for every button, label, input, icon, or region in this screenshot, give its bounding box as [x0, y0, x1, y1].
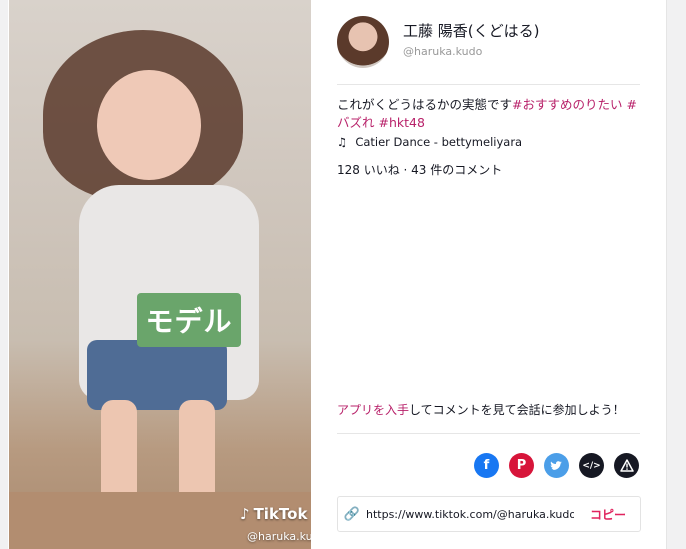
- avatar[interactable]: [337, 16, 389, 68]
- tiktok-logo-icon: ♪: [240, 505, 250, 523]
- link-icon: 🔗: [343, 506, 361, 522]
- twitter-icon[interactable]: [544, 453, 569, 478]
- get-app-prompt: アプリを入手してコメントを見て会話に参加しよう！: [337, 401, 625, 418]
- tiktok-watermark-handle: @haruka.kudo: [247, 530, 311, 543]
- engagement-stats: 128 いいね · 43 件のコメント: [337, 163, 503, 177]
- tiktok-watermark: ♪ TikTok: [240, 505, 307, 523]
- hashtag-link[interactable]: #おすすめのりたい: [512, 97, 622, 112]
- info-panel: 工藤 陽香(くどはる) @haruka.kudo これがくどうはるかの実態です#…: [322, 0, 658, 549]
- caption-text: これがくどうはるかの実態です: [337, 97, 513, 112]
- get-app-prompt-text: してコメントを見て会話に参加しよう！: [409, 403, 625, 417]
- video-player[interactable]: モデル ♪ TikTok @haruka.kudo: [9, 0, 311, 549]
- facebook-icon[interactable]: f: [474, 453, 499, 478]
- tiktok-watermark-label: TikTok: [253, 505, 308, 523]
- video-caption: これがくどうはるかの実態です#おすすめのりたい #バズれ #hkt48: [337, 96, 640, 132]
- music-label: Catier Dance - bettymeliyara: [355, 135, 523, 149]
- music-note-icon: ♫: [337, 135, 348, 149]
- username[interactable]: @haruka.kudo: [403, 45, 482, 58]
- share-link-field[interactable]: 🔗 https://www.tiktok.com/@haruka.kudo/v …: [337, 496, 641, 532]
- get-app-link[interactable]: アプリを入手: [337, 403, 409, 417]
- report-icon[interactable]: [614, 453, 639, 478]
- pinterest-icon[interactable]: P: [509, 453, 534, 478]
- copy-button[interactable]: コピー: [590, 506, 626, 523]
- music-track[interactable]: ♫ Catier Dance - bettymeliyara: [337, 135, 522, 149]
- embed-code-icon[interactable]: </>: [579, 453, 604, 478]
- divider: [337, 84, 640, 85]
- share-url[interactable]: https://www.tiktok.com/@haruka.kudo/v: [366, 508, 574, 521]
- hashtag-link[interactable]: #hkt48: [379, 115, 425, 130]
- display-name[interactable]: 工藤 陽香(くどはる): [403, 20, 539, 41]
- share-buttons: f P </>: [474, 453, 639, 478]
- video-frame-face: [97, 70, 201, 180]
- divider: [337, 433, 640, 434]
- video-text-sticker: モデル: [137, 293, 241, 347]
